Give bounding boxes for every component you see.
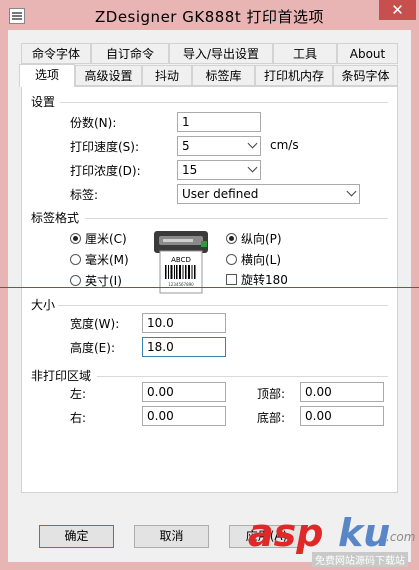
height-input[interactable]: 18.0: [142, 337, 226, 357]
cancel-button[interactable]: 取消: [134, 525, 209, 548]
ok-button[interactable]: 确定: [39, 525, 114, 548]
unit-inch-radio[interactable]: [70, 275, 81, 286]
label-type-value: User defined: [182, 187, 259, 201]
annotation-line: [0, 287, 419, 288]
margin-left-input[interactable]: 0.00: [142, 382, 226, 402]
print-speed-value: 5: [182, 139, 190, 153]
unit-cm-label[interactable]: 厘米(C): [85, 230, 127, 247]
tab-advanced[interactable]: 高级设置: [75, 65, 142, 86]
tab-command-font[interactable]: 命令字体: [21, 43, 91, 64]
orientation-landscape-radio[interactable]: [226, 254, 237, 265]
tab-label-library[interactable]: 标签库: [192, 65, 255, 86]
size-heading: 大小: [31, 298, 56, 312]
print-darkness-label: 打印浓度(D):: [70, 164, 141, 178]
label-format-divider: [85, 218, 388, 219]
chevron-down-icon: [247, 162, 258, 173]
orientation-portrait-radio[interactable]: [226, 233, 237, 244]
orientation-portrait-label[interactable]: 纵向(P): [241, 230, 282, 247]
tab-custom-command[interactable]: 自订命令: [91, 43, 169, 64]
watermark-brand-b: ku: [338, 511, 391, 555]
margin-left-label: 左:: [70, 387, 87, 401]
rotate-180-label[interactable]: 旋转180: [241, 271, 288, 288]
margin-bottom-label: 底部:: [257, 411, 286, 425]
unit-mm-label[interactable]: 毫米(M): [85, 251, 129, 268]
rotate-180-checkbox[interactable]: [226, 274, 237, 285]
tab-about[interactable]: About: [337, 43, 398, 64]
label-type-label: 标签:: [70, 188, 99, 202]
width-label: 宽度(W):: [70, 317, 120, 331]
size-divider: [58, 305, 388, 306]
watermark-brand-a: asp: [248, 511, 324, 555]
copies-input[interactable]: 1: [177, 112, 261, 132]
tab-options[interactable]: 选项: [19, 64, 75, 87]
tab-dithering[interactable]: 抖动: [142, 65, 192, 86]
unit-mm-radio[interactable]: [70, 254, 81, 265]
print-speed-label: 打印速度(S):: [70, 140, 140, 154]
watermark-subtitle: 免费网站源码下载站: [312, 552, 408, 567]
preview-label-text: ABCD: [171, 256, 191, 264]
settings-heading: 设置: [31, 95, 56, 109]
print-speed-unit: cm/s: [270, 138, 299, 152]
height-label: 高度(E):: [70, 341, 115, 355]
unprintable-divider: [97, 376, 388, 377]
margin-right-label: 右:: [70, 411, 87, 425]
tab-tools[interactable]: 工具: [273, 43, 337, 64]
chevron-down-icon: [247, 138, 258, 149]
margin-top-input[interactable]: 0.00: [300, 382, 384, 402]
margin-bottom-input[interactable]: 0.00: [300, 406, 384, 426]
printer-preferences-window: ZDesigner GK888t 打印首选项 ✕ 命令字体 自订命令 导入/导出…: [0, 0, 419, 570]
title-bar: ZDesigner GK888t 打印首选项 ✕: [0, 0, 419, 30]
orientation-landscape-label[interactable]: 横向(L): [241, 251, 281, 268]
close-button[interactable]: ✕: [379, 0, 416, 20]
unprintable-heading: 非打印区域: [31, 369, 92, 383]
chevron-down-icon: [346, 186, 357, 197]
label-type-select[interactable]: User defined: [177, 184, 360, 204]
settings-divider: [60, 102, 388, 103]
margin-right-input[interactable]: 0.00: [142, 406, 226, 426]
copies-label: 份数(N):: [70, 116, 117, 130]
margin-top-label: 顶部:: [257, 387, 286, 401]
tab-import-export[interactable]: 导入/导出设置: [169, 43, 273, 64]
width-input[interactable]: 10.0: [142, 313, 226, 333]
print-speed-select[interactable]: 5: [177, 136, 261, 156]
tab-printer-memory[interactable]: 打印机内存: [255, 65, 333, 86]
print-darkness-select[interactable]: 15: [177, 160, 261, 180]
unit-cm-radio[interactable]: [70, 233, 81, 244]
print-darkness-value: 15: [182, 163, 198, 177]
window-title: ZDesigner GK888t 打印首选项: [95, 8, 324, 26]
watermark-brand-c: .com: [386, 530, 416, 544]
watermark: asp ku .com 免费网站源码下载站: [248, 510, 418, 570]
tab-barcode-font[interactable]: 条码字体: [333, 65, 398, 86]
label-preview-icon: ABCD 1234567890: [154, 231, 208, 294]
label-format-heading: 标签格式: [31, 211, 80, 225]
